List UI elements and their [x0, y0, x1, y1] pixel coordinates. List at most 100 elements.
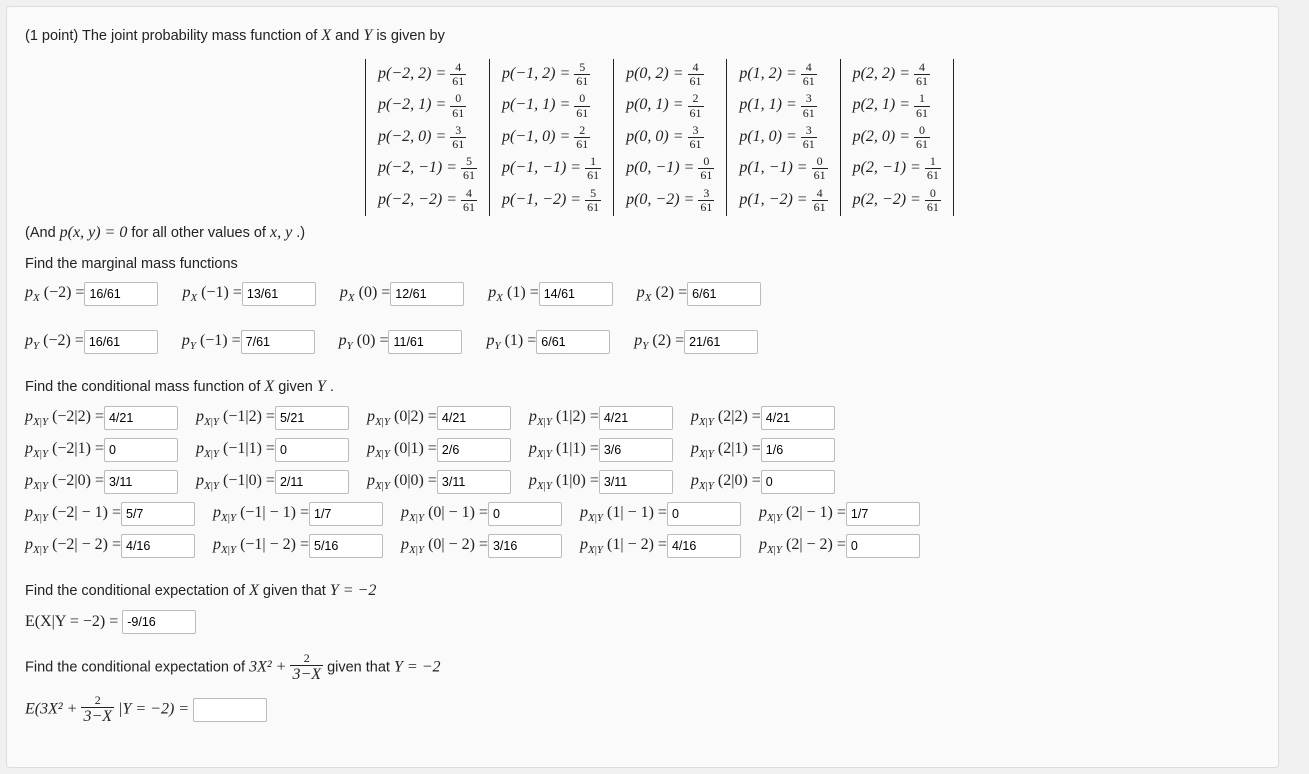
cond-item: pX|Y (1|1) =	[529, 438, 673, 462]
joint-cell: p(−1, −1) = 161	[490, 153, 614, 184]
cond-item: pX|Y (0|0) =	[367, 470, 511, 494]
px-input[interactable]	[539, 282, 613, 306]
cond-input[interactable]	[667, 502, 741, 526]
py-input[interactable]	[388, 330, 462, 354]
cond-input[interactable]	[104, 438, 178, 462]
py-row: pY (−2) = pY (−1) = pY (0) = pY (1) = pY…	[25, 330, 1260, 360]
joint-cell: p(1, 0) = 361	[727, 122, 840, 153]
cond-item: pX|Y (−1|2) =	[196, 406, 349, 430]
joint-pmf-table: p(−2, 2) = 461p(−1, 2) = 561p(0, 2) = 46…	[365, 59, 954, 216]
cond-label: pX|Y (0| − 2) =	[401, 536, 488, 556]
cond-input[interactable]	[104, 470, 178, 494]
joint-cell: p(0, 1) = 261	[614, 90, 727, 121]
cond-item: pX|Y (−2| − 2) =	[25, 534, 195, 558]
joint-cell: p(−1, 2) = 561	[490, 59, 614, 90]
cond-label: pX|Y (0| − 1) =	[401, 504, 488, 524]
px-input[interactable]	[687, 282, 761, 306]
cond-label: pX|Y (1|0) =	[529, 472, 599, 492]
joint-cell: p(2, −2) = 061	[840, 185, 953, 216]
exp1-prompt: Find the conditional expectation of X gi…	[25, 582, 1260, 600]
joint-cell: p(−1, 0) = 261	[490, 122, 614, 153]
cond-input[interactable]	[437, 406, 511, 430]
cond-item: pX|Y (−2| − 1) =	[25, 502, 195, 526]
cond-label: pX|Y (2| − 2) =	[759, 536, 846, 556]
joint-cell: p(−2, 1) = 061	[366, 90, 490, 121]
py-input[interactable]	[84, 330, 158, 354]
cond-label: pX|Y (2|2) =	[691, 408, 761, 428]
cond-item: pX|Y (−2|1) =	[25, 438, 178, 462]
py-label: pY (1) =	[486, 332, 536, 352]
cond-item: pX|Y (1| − 1) =	[580, 502, 741, 526]
py-label: pY (2) =	[634, 332, 684, 352]
joint-cell: p(0, 0) = 361	[614, 122, 727, 153]
exp1-input[interactable]	[122, 610, 196, 634]
cond-input[interactable]	[599, 438, 673, 462]
px-input[interactable]	[84, 282, 158, 306]
joint-cell: p(2, 0) = 061	[840, 122, 953, 153]
cond-input[interactable]	[667, 534, 741, 558]
cond-item: pX|Y (2|2) =	[691, 406, 835, 430]
joint-cell: p(−2, 0) = 361	[366, 122, 490, 153]
var-X: X	[321, 27, 331, 44]
cond-label: pX|Y (1|1) =	[529, 440, 599, 460]
px-row: pX (−2) = pX (−1) = pX (0) = pX (1) = pX…	[25, 282, 1260, 312]
cond-label: pX|Y (1|2) =	[529, 408, 599, 428]
cond-label: pX|Y (2|1) =	[691, 440, 761, 460]
cond-grid: pX|Y (−2|2) = pX|Y (−1|2) = pX|Y (0|2) =…	[25, 406, 1260, 564]
cond-label: pX|Y (1| − 1) =	[580, 504, 667, 524]
cond-input[interactable]	[437, 470, 511, 494]
cond-input[interactable]	[599, 406, 673, 430]
py-item: pY (1) =	[486, 330, 610, 354]
cond-input[interactable]	[121, 502, 195, 526]
cond-item: pX|Y (−2|0) =	[25, 470, 178, 494]
joint-cell: p(−2, −2) = 461	[366, 185, 490, 216]
cond-input[interactable]	[104, 406, 178, 430]
py-label: pY (0) =	[339, 332, 389, 352]
px-input[interactable]	[390, 282, 464, 306]
cond-item: pX|Y (−1| − 1) =	[213, 502, 383, 526]
py-label: pY (−2) =	[25, 332, 84, 352]
cond-label: pX|Y (2|0) =	[691, 472, 761, 492]
px-item: pX (2) =	[637, 282, 761, 306]
cond-input[interactable]	[761, 438, 835, 462]
cond-label: pX|Y (−2| − 2) =	[25, 536, 121, 556]
title-text: (1 point) The joint probability mass fun…	[25, 28, 321, 44]
cond-input[interactable]	[846, 534, 920, 558]
cond-label: pX|Y (−2|1) =	[25, 440, 104, 460]
cond-input[interactable]	[309, 534, 383, 558]
cond-item: pX|Y (0|1) =	[367, 438, 511, 462]
cond-input[interactable]	[761, 406, 835, 430]
problem-container: (1 point) The joint probability mass fun…	[6, 6, 1279, 768]
cond-input[interactable]	[275, 406, 349, 430]
cond-item: pX|Y (2|0) =	[691, 470, 835, 494]
py-input[interactable]	[241, 330, 315, 354]
joint-cell: p(−2, −1) = 561	[366, 153, 490, 184]
cond-input[interactable]	[275, 470, 349, 494]
cond-row: pX|Y (−2|0) = pX|Y (−1|0) = pX|Y (0|0) =…	[25, 470, 1260, 500]
cond-input[interactable]	[488, 534, 562, 558]
cond-item: pX|Y (−2|2) =	[25, 406, 178, 430]
joint-cell: p(0, 2) = 461	[614, 59, 727, 90]
cond-input[interactable]	[275, 438, 349, 462]
px-input[interactable]	[242, 282, 316, 306]
py-item: pY (−1) =	[182, 330, 315, 354]
cond-label: pX|Y (−1|0) =	[196, 472, 275, 492]
pxy-expr: p(x, y) = 0	[60, 224, 128, 241]
cond-input[interactable]	[846, 502, 920, 526]
joint-cell: p(−1, 1) = 061	[490, 90, 614, 121]
py-input[interactable]	[684, 330, 758, 354]
cond-row: pX|Y (−2|2) = pX|Y (−1|2) = pX|Y (0|2) =…	[25, 406, 1260, 436]
cond-input[interactable]	[761, 470, 835, 494]
exp2-input[interactable]	[193, 698, 267, 722]
py-input[interactable]	[536, 330, 610, 354]
cond-input[interactable]	[488, 502, 562, 526]
cond-label: pX|Y (−1|1) =	[196, 440, 275, 460]
title-text: is given by	[376, 28, 445, 44]
cond-input[interactable]	[599, 470, 673, 494]
exp2-row: E(3X² + 23−X |Y = −2) =	[25, 694, 1260, 726]
cond-input[interactable]	[309, 502, 383, 526]
joint-cell: p(0, −1) = 061	[614, 153, 727, 184]
cond-item: pX|Y (−1|1) =	[196, 438, 349, 462]
cond-input[interactable]	[437, 438, 511, 462]
cond-input[interactable]	[121, 534, 195, 558]
